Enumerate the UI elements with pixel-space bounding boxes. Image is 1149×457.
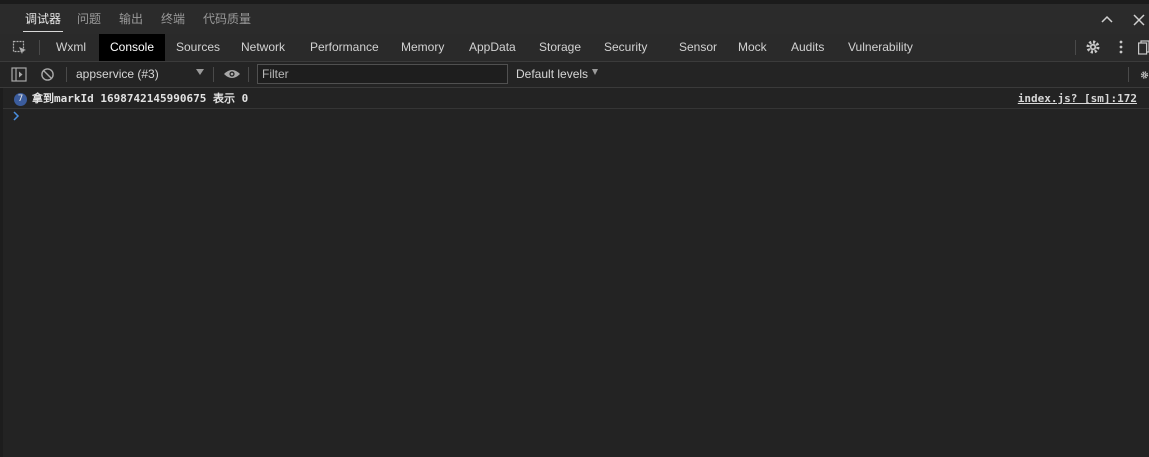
source-link[interactable]: index.js? [sm]:172 [1018,91,1137,107]
left-edge [0,88,3,457]
log-message: 拿到markId 1698742145990675 表示 0 [32,92,249,105]
panel-tab-debugger[interactable]: 调试器 [23,4,64,34]
tab-wxml[interactable]: Wxml [56,34,86,61]
tab-vulnerability[interactable]: Vulnerability [848,34,913,61]
tab-storage[interactable]: Storage [539,34,581,61]
chevron-down-icon[interactable] [592,69,598,75]
devtools-window: 调试器 问题 输出 终端 代码质量 Wxml Console Sources N… [0,0,1149,457]
show-sidebar-icon[interactable] [11,67,27,82]
console-output: 7 拿到markId 1698742145990675 表示 0 index.j… [0,88,1149,457]
tab-sources[interactable]: Sources [176,34,220,61]
log-entry[interactable]: 7 拿到markId 1698742145990675 表示 0 index.j… [0,90,1149,109]
tab-network[interactable]: Network [241,34,285,61]
panel-tab-code-quality[interactable]: 代码质量 [201,4,253,34]
console-prompt-icon[interactable] [12,110,20,122]
gear-icon[interactable] [1085,39,1101,55]
collapse-panel-icon[interactable] [1099,12,1115,28]
panel-tab-problems[interactable]: 问题 [75,4,103,34]
filter-input[interactable] [257,64,508,84]
clear-console-icon[interactable] [40,67,55,82]
chevron-down-icon[interactable] [196,69,204,75]
tab-security[interactable]: Security [604,34,647,61]
tab-memory[interactable]: Memory [401,34,444,61]
inspect-element-icon[interactable] [12,40,28,56]
toolbar-separator [1128,67,1129,82]
panel-tab-terminal[interactable]: 终端 [159,4,187,34]
devtools-tab-bar: Wxml Console Sources Network Performance… [0,34,1149,62]
panel-tab-output[interactable]: 输出 [117,4,145,34]
panel-tab-bar: 调试器 问题 输出 终端 代码质量 [0,4,1149,34]
tab-sensor[interactable]: Sensor [679,34,717,61]
tab-performance[interactable]: Performance [310,34,379,61]
live-expression-eye-icon[interactable] [223,68,241,80]
tab-audits[interactable]: Audits [791,34,824,61]
console-toolbar: appservice (#3) Default levels [0,62,1149,88]
context-selector[interactable]: appservice (#3) [76,62,159,87]
close-icon[interactable] [1131,12,1147,28]
console-settings-gear-icon[interactable] [1140,67,1149,83]
log-levels-dropdown[interactable]: Default levels [516,62,588,87]
tab-separator [1075,40,1076,55]
repeat-count-badge: 7 [14,93,27,106]
tab-appdata[interactable]: AppData [469,34,516,61]
tab-console[interactable]: Console [99,34,165,61]
toolbar-separator [248,67,249,82]
toolbar-separator [66,67,67,82]
tab-separator [39,40,40,55]
dock-icon[interactable] [1138,39,1149,55]
more-options-icon[interactable] [1114,39,1128,55]
tab-mock[interactable]: Mock [738,34,767,61]
toolbar-separator [213,67,214,82]
